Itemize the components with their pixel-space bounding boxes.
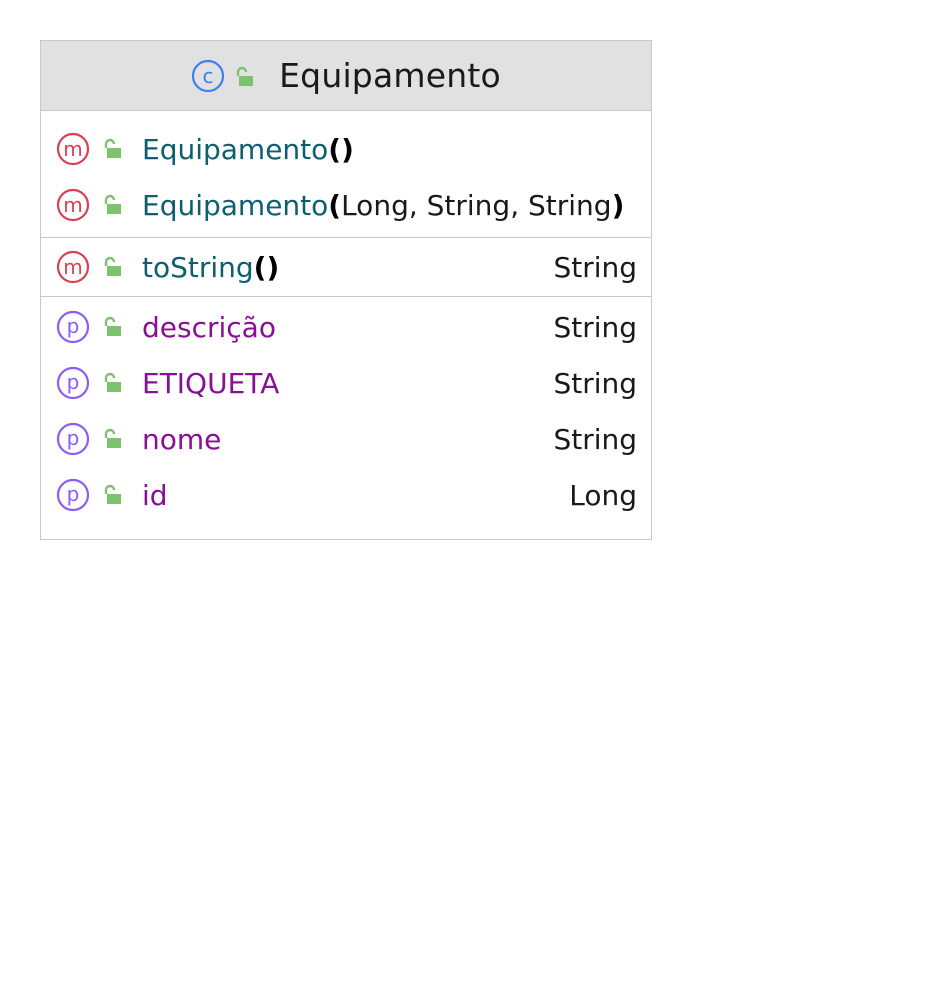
- public-lock-icon: [101, 316, 123, 338]
- constructor-name: Equipamento: [142, 132, 329, 166]
- constructor-row[interactable]: m Equipamento(): [41, 121, 651, 177]
- property-icon: p: [56, 478, 90, 512]
- svg-text:m: m: [63, 193, 82, 217]
- property-row[interactable]: p id Long: [41, 467, 651, 523]
- svg-text:m: m: [63, 137, 82, 161]
- uml-class-box[interactable]: c Equipamento m Equipamento() m Equipame…: [40, 40, 652, 540]
- svg-text:c: c: [203, 64, 214, 88]
- constructor-signature: Equipamento(Long, String, String): [142, 189, 624, 222]
- class-header: c Equipamento: [41, 41, 651, 111]
- property-type: Long: [569, 478, 637, 512]
- property-type: String: [553, 422, 637, 456]
- public-lock-icon: [101, 256, 123, 278]
- property-icon: p: [56, 310, 90, 344]
- property-type: String: [553, 310, 637, 344]
- constructor-signature: Equipamento(): [142, 133, 354, 166]
- class-icon: c: [191, 59, 225, 93]
- svg-text:p: p: [67, 482, 80, 506]
- open-paren: (: [253, 250, 267, 284]
- method-signature: toString(): [142, 251, 279, 284]
- property-name: nome: [142, 423, 221, 456]
- constructors-section: m Equipamento() m Equipamento(Long, Stri…: [41, 111, 651, 238]
- method-icon: m: [56, 132, 90, 166]
- method-return-type: String: [553, 250, 637, 284]
- svg-text:p: p: [67, 426, 80, 450]
- public-lock-icon: [101, 484, 123, 506]
- svg-text:p: p: [67, 314, 80, 338]
- property-icon: p: [56, 366, 90, 400]
- property-name-text: ETIQUETA: [142, 366, 280, 400]
- property-name: descrição: [142, 311, 276, 344]
- constructor-row[interactable]: m Equipamento(Long, String, String): [41, 177, 651, 233]
- properties-section: p descrição String p ETIQUETA String p n…: [41, 297, 651, 523]
- public-lock-icon: [101, 138, 123, 160]
- methods-section: m toString() String: [41, 238, 651, 297]
- property-row[interactable]: p descrição String: [41, 299, 651, 355]
- property-row[interactable]: p nome String: [41, 411, 651, 467]
- svg-text:m: m: [63, 255, 82, 279]
- method-icon: m: [56, 250, 90, 284]
- property-name-text: descrição: [142, 310, 276, 344]
- public-lock-icon: [101, 194, 123, 216]
- method-row[interactable]: m toString() String: [41, 240, 651, 294]
- close-paren: ): [266, 250, 280, 284]
- property-name: id: [142, 479, 168, 512]
- property-name: ETIQUETA: [142, 367, 279, 400]
- property-icon: p: [56, 422, 90, 456]
- close-paren: ): [341, 132, 354, 166]
- method-icon: m: [56, 188, 90, 222]
- public-lock-icon: [101, 428, 123, 450]
- method-name: toString: [142, 250, 254, 284]
- property-name-text: id: [142, 478, 168, 512]
- svg-text:p: p: [67, 370, 80, 394]
- class-name: Equipamento: [279, 56, 501, 95]
- property-row[interactable]: p ETIQUETA String: [41, 355, 651, 411]
- property-name-text: nome: [142, 422, 222, 456]
- constructor-params: Long, String, String: [341, 188, 612, 222]
- public-lock-icon: [233, 66, 255, 88]
- public-lock-icon: [101, 372, 123, 394]
- close-paren: ): [611, 188, 625, 222]
- open-paren: (: [328, 188, 342, 222]
- open-paren: (: [328, 132, 342, 166]
- property-type: String: [553, 366, 637, 400]
- constructor-name: Equipamento: [142, 188, 329, 222]
